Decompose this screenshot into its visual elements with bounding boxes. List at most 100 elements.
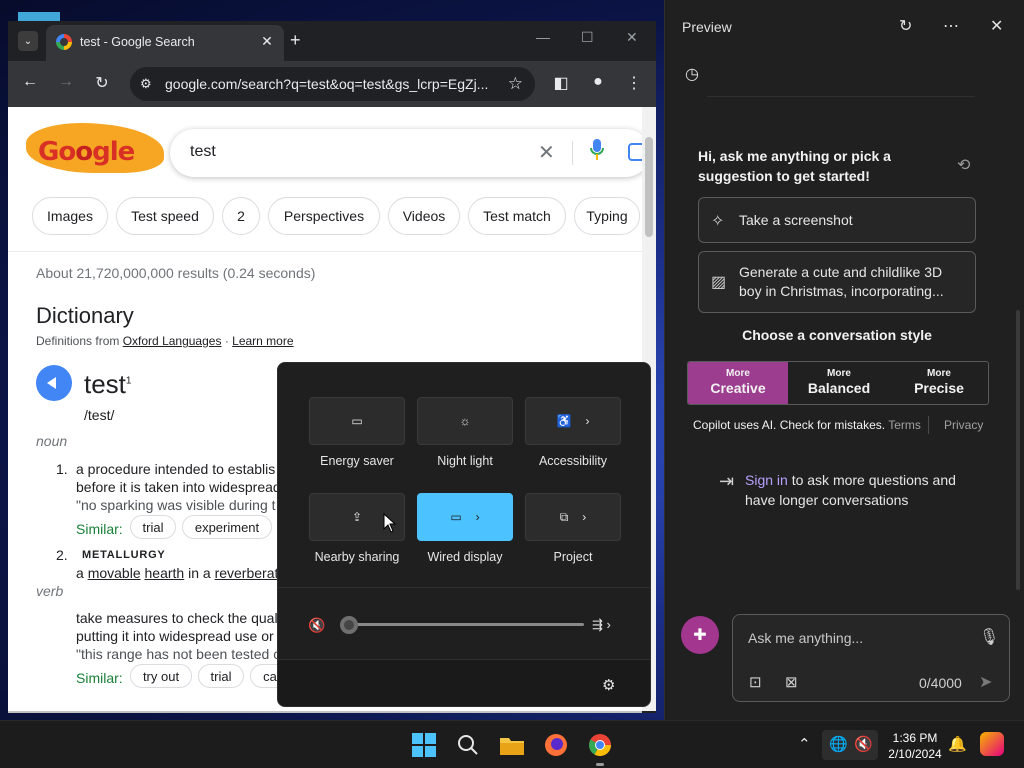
movable-link[interactable]: movable xyxy=(88,565,141,581)
copilot-scrollbar[interactable] xyxy=(1016,310,1020,590)
clear-search-icon[interactable]: ✕ xyxy=(538,140,555,165)
refresh-suggestions-icon[interactable]: ⟲ xyxy=(957,155,970,175)
sign-in-link[interactable]: Sign in xyxy=(745,472,788,488)
chrome-icon[interactable] xyxy=(586,731,614,759)
chip-2[interactable]: 2 xyxy=(222,197,260,235)
scroll-thumb[interactable] xyxy=(645,137,653,237)
maximize-button[interactable]: ☐ xyxy=(581,29,594,46)
chip-videos[interactable]: Videos xyxy=(388,197,460,235)
voice-search-icon[interactable] xyxy=(590,139,604,161)
phonetic: /test/ xyxy=(84,407,115,423)
ai-disclaimer: Copilot uses AI. Check for mistakes. Ter… xyxy=(693,418,921,432)
dictionary-source: Definitions from Oxford Languages · Lear… xyxy=(36,334,294,348)
style-creative[interactable]: More Creative xyxy=(688,362,788,404)
quick-settings-flyout: ▭ ☼ ♿ › Energy saver Night light Accessib… xyxy=(277,362,651,707)
bookmark-star-icon[interactable]: ☆ xyxy=(508,74,523,94)
oxford-languages-link[interactable]: Oxford Languages xyxy=(123,334,222,348)
screenshot-capture-icon[interactable]: ⊠ xyxy=(785,673,798,691)
firefox-icon[interactable] xyxy=(542,731,570,759)
dictionary-word: test1 xyxy=(84,369,132,399)
minimize-button[interactable]: — xyxy=(536,29,550,45)
volume-slider-track[interactable] xyxy=(350,623,584,626)
settings-gear-icon[interactable]: ⚙ xyxy=(602,676,615,694)
dictionary-heading: Dictionary xyxy=(36,303,134,328)
close-window-button[interactable]: ✕ xyxy=(626,29,638,46)
similar-chip-trial-2[interactable]: trial xyxy=(198,664,244,688)
browser-tab[interactable]: test - Google Search ✕ xyxy=(46,25,284,61)
energy-saver-tile[interactable]: ▭ xyxy=(309,397,405,445)
search-box[interactable]: test ✕ xyxy=(170,129,642,177)
chip-images[interactable]: Images xyxy=(32,197,108,235)
chevron-right-icon[interactable]: › xyxy=(582,510,586,524)
horizontal-scrollbar[interactable] xyxy=(8,711,642,713)
tab-search-button[interactable]: ⌄ xyxy=(18,31,38,51)
chat-input-box[interactable]: Ask me anything... 🎙 ⊡ ⊠ 0/4000 ➤ xyxy=(732,614,1010,702)
network-globe-icon[interactable]: 🌐 xyxy=(829,735,848,753)
file-explorer-icon[interactable] xyxy=(498,731,526,759)
show-hidden-icons-chevron-icon[interactable]: ⌃ xyxy=(798,735,811,753)
new-topic-button[interactable]: ✚ xyxy=(681,616,719,654)
microphone-icon[interactable]: 🎙 xyxy=(979,627,999,647)
reload-icon[interactable]: ↻ xyxy=(91,73,113,93)
visual-search-icon[interactable]: ⊡ xyxy=(749,673,762,691)
similar-chip-experiment[interactable]: experiment xyxy=(182,515,272,539)
learn-more-link[interactable]: Learn more xyxy=(232,334,293,348)
suggestion-screenshot[interactable]: ✧ Take a screenshot xyxy=(698,197,976,243)
profile-avatar-icon[interactable]: ● xyxy=(587,73,609,91)
site-info-icon[interactable]: ⚙ xyxy=(140,76,152,92)
send-icon[interactable]: ➤ xyxy=(979,672,992,692)
system-clock[interactable]: 1:36 PM 2/10/2024 xyxy=(880,730,950,762)
conversation-style-heading: Choose a conversation style xyxy=(742,327,932,343)
def-number-1: 1. xyxy=(56,461,68,477)
style-precise[interactable]: More Precise xyxy=(889,362,988,404)
new-tab-button[interactable]: + xyxy=(290,30,301,51)
volume-slider-thumb[interactable] xyxy=(340,616,358,634)
back-arrow-icon[interactable]: ← xyxy=(19,73,41,91)
privacy-link[interactable]: Privacy xyxy=(944,418,983,432)
notifications-bell-icon[interactable]: 🔔 xyxy=(948,735,967,753)
lens-search-icon[interactable] xyxy=(628,143,642,161)
sound-output-icon[interactable]: ⇶ › xyxy=(592,617,611,633)
address-bar[interactable]: ⚙ google.com/search?q=test&oq=test&gs_lc… xyxy=(130,67,535,101)
def3-line2: putting it into widespread use or xyxy=(76,628,274,644)
forward-arrow-icon[interactable]: → xyxy=(55,73,77,91)
close-icon[interactable]: ✕ xyxy=(990,16,1003,36)
chevron-right-icon[interactable]: › xyxy=(476,510,480,524)
style-balanced[interactable]: More Balanced xyxy=(789,362,889,404)
similar-chip-trial[interactable]: trial xyxy=(130,515,176,539)
night-light-tile[interactable]: ☼ xyxy=(417,397,513,445)
similar-chip-try-out[interactable]: try out xyxy=(130,664,192,688)
chip-test-match[interactable]: Test match xyxy=(468,197,566,235)
pronunciation-speaker-icon[interactable] xyxy=(36,365,72,401)
tab-close-icon[interactable]: ✕ xyxy=(258,33,276,50)
volume-muted-icon[interactable]: 🔇 xyxy=(854,735,873,753)
chip-perspectives[interactable]: Perspectives xyxy=(268,197,380,235)
refresh-icon[interactable]: ↻ xyxy=(899,16,912,36)
reverberatory-link[interactable]: reverberat xyxy=(215,565,279,581)
chrome-running-indicator xyxy=(596,763,604,766)
hearth-link[interactable]: hearth xyxy=(145,565,185,581)
start-button[interactable] xyxy=(410,731,438,759)
search-icon[interactable] xyxy=(454,731,482,759)
terms-link[interactable]: Terms xyxy=(888,418,921,432)
volume-mute-icon[interactable]: 🔇 xyxy=(308,617,325,634)
mouse-cursor-icon xyxy=(383,513,397,533)
copilot-icon[interactable] xyxy=(980,732,1004,756)
wired-display-tile[interactable]: ▭ › xyxy=(417,493,513,541)
def2-text: a movable hearth in a reverberat xyxy=(76,565,279,581)
def1-line2: before it is taken into widespread xyxy=(76,479,281,495)
google-doodle-logo[interactable]: Google xyxy=(26,117,164,177)
history-icon[interactable]: ◷ xyxy=(685,64,699,84)
suggestion-generate-image[interactable]: ▨ Generate a cute and childlike 3D boy i… xyxy=(698,251,976,313)
menu-kebab-icon[interactable]: ⋮ xyxy=(623,73,645,93)
side-panel-icon[interactable]: ◧ xyxy=(550,73,572,93)
pos-noun: noun xyxy=(36,433,68,449)
chip-test-speed[interactable]: Test speed xyxy=(116,197,214,235)
project-tile[interactable]: ⧉ › xyxy=(525,493,621,541)
def-number-2: 2. xyxy=(56,547,68,563)
more-options-icon[interactable]: ⋯ xyxy=(943,16,959,36)
chip-typing[interactable]: Typing xyxy=(574,197,640,235)
windows-logo-icon xyxy=(412,733,436,757)
accessibility-tile[interactable]: ♿ › xyxy=(525,397,621,445)
chevron-right-icon[interactable]: › xyxy=(585,414,589,428)
